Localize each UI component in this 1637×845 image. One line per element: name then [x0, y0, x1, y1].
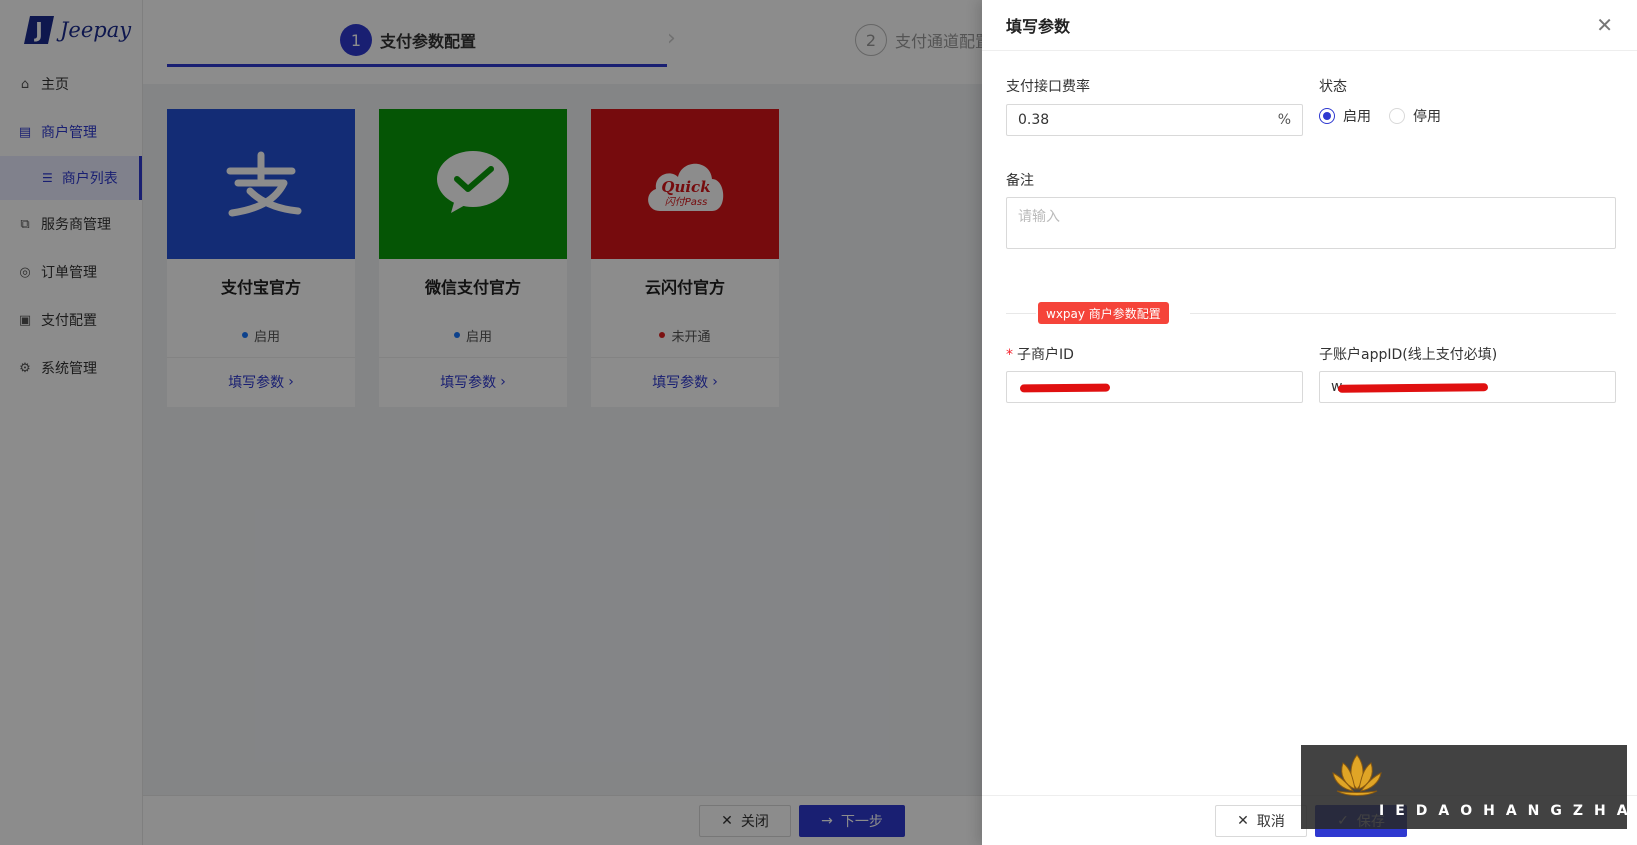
status-label: 状态 — [1319, 79, 1347, 95]
drawer-header: 填写参数 ✕ — [982, 0, 1637, 51]
sub-mch-id-label: * 子商户ID — [1006, 344, 1074, 364]
lotus-icon — [1332, 754, 1382, 796]
fill-params-drawer: 填写参数 ✕ 支付接口费率 0.38 % 状态 启用 停用 备注 请输入 wxp… — [982, 0, 1637, 845]
close-icon[interactable]: ✕ — [1596, 13, 1613, 37]
status-radio-group: 启用 停用 — [1319, 106, 1441, 126]
watermark: IEDAOHANGZHAN — [1301, 745, 1637, 829]
radio-label: 停用 — [1413, 109, 1441, 125]
drawer-mask[interactable] — [0, 0, 982, 845]
required-mark: * — [1006, 347, 1013, 363]
drawer-title: 填写参数 — [1006, 17, 1071, 36]
section-tag: wxpay 商户参数配置 — [1038, 302, 1169, 324]
fee-rate-label: 支付接口费率 — [1006, 79, 1090, 95]
section-divider-right — [1190, 313, 1616, 314]
close-icon: ✕ — [1237, 813, 1249, 829]
section-divider-left — [1006, 313, 1036, 314]
watermark-text: IEDAOHANGZHAN — [1379, 803, 1637, 819]
remark-label: 备注 — [1006, 173, 1034, 189]
redaction-mark — [1337, 383, 1489, 393]
fee-rate-value: 0.38 — [1018, 112, 1050, 128]
radio-unchecked — [1389, 108, 1405, 124]
cancel-button-label: 取消 — [1256, 814, 1285, 830]
status-radio-enabled[interactable]: 启用 — [1319, 106, 1371, 126]
sub-appid-label: 子账户appID(线上支付必填) — [1319, 347, 1498, 363]
remark-textarea[interactable]: 请输入 — [1006, 197, 1616, 249]
radio-checked — [1319, 108, 1335, 124]
radio-label: 启用 — [1343, 109, 1371, 125]
fee-rate-input[interactable]: 0.38 % — [1006, 104, 1303, 136]
redaction-mark — [1019, 383, 1111, 393]
sub-mch-id-label-text: 子商户ID — [1017, 347, 1074, 363]
remark-placeholder: 请输入 — [1018, 209, 1060, 225]
status-radio-disabled[interactable]: 停用 — [1389, 106, 1441, 126]
percent-suffix: % — [1277, 112, 1291, 128]
cancel-button[interactable]: ✕ 取消 — [1215, 805, 1307, 837]
